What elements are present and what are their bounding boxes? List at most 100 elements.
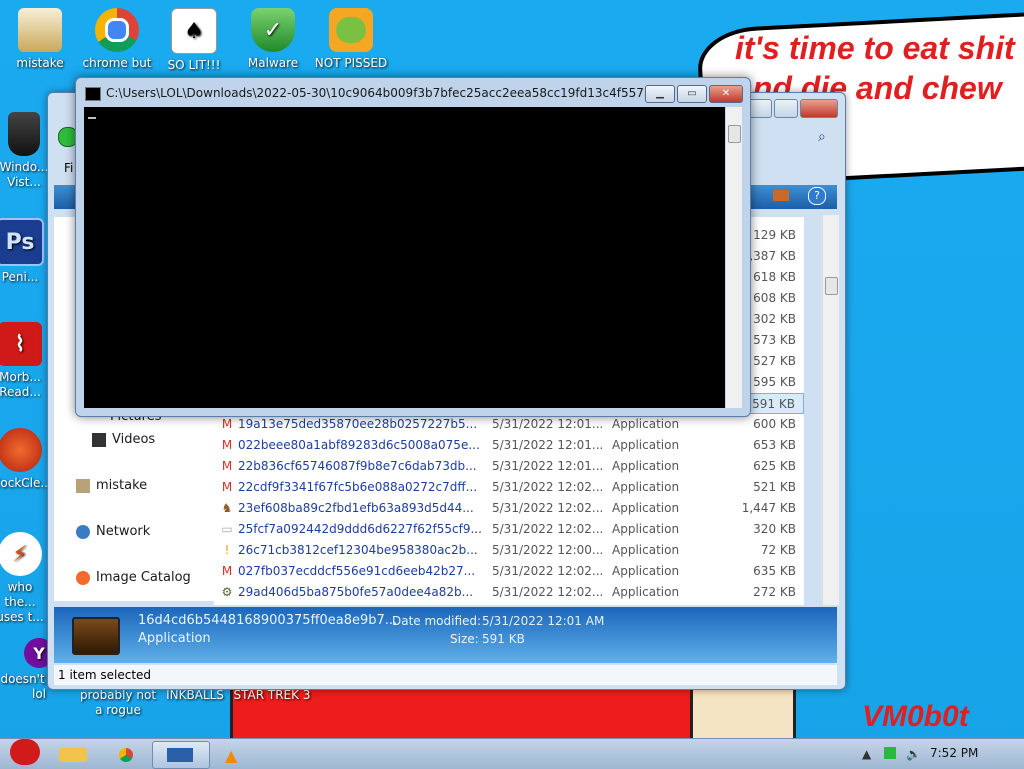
desktop-icon-windows-vista[interactable]: Windo... Vist... xyxy=(0,112,54,190)
file-date: 5/31/2022 12:02... xyxy=(492,564,604,578)
file-row[interactable]: M 19a13e75ded35870ee28b0257227b5... 5/31/2… xyxy=(214,414,804,435)
installer-icon xyxy=(18,8,62,52)
gmail-icon: M xyxy=(221,438,233,452)
file-name: 26c71cb3812cef12304be958380ac2b... xyxy=(238,543,478,557)
console-scroll-thumb[interactable] xyxy=(728,125,741,143)
desktop-icon-flash[interactable]: ⚡ who the... uses t... xyxy=(0,532,48,625)
file-type: Application xyxy=(612,585,680,599)
gmail-icon: M xyxy=(221,564,233,578)
tray-battery-icon[interactable] xyxy=(884,747,896,759)
explorer-close-button[interactable] xyxy=(800,99,838,118)
menu-file[interactable]: Fi xyxy=(64,161,73,175)
desktop-icon-inkballs[interactable]: INKBALLS xyxy=(155,688,235,703)
console-close-button[interactable]: ✕ xyxy=(709,85,743,103)
file-size: 129 KB xyxy=(753,228,796,242)
warning-icon: ! xyxy=(224,543,230,557)
file-row[interactable]: M 027fb037ecddcf556e91cd6eeb42b27... 5/31/… xyxy=(214,561,804,582)
desktop-icon-chrome-but[interactable]: chrome but xyxy=(77,8,157,71)
explorer-minimize-button[interactable] xyxy=(748,99,772,118)
file-size: 618 KB xyxy=(753,270,796,284)
details-size-label: Size: xyxy=(450,632,479,646)
taskbar-explorer-pinned[interactable] xyxy=(48,741,100,769)
file-row[interactable]: ♞ 23ef608ba89c2fbd1efb63a893d5d44... 5/31/… xyxy=(214,498,804,519)
help-icon[interactable]: ? xyxy=(808,187,826,205)
file-row[interactable]: M 022beee80a1abf89283d6c5008a075e... 5/31/… xyxy=(214,435,804,456)
window-icon xyxy=(167,748,193,762)
desktop-icon-star-trek-3[interactable]: STAR TREK 3 xyxy=(232,688,312,703)
folder-icon xyxy=(59,748,87,762)
file-list-scroll-thumb[interactable] xyxy=(825,277,838,295)
console-app-icon xyxy=(85,87,101,101)
file-type: Application xyxy=(612,564,680,578)
homegroup-icon xyxy=(76,479,90,493)
file-name: 22cdf9f3341f67fc5b6e088a0272c7dff... xyxy=(238,480,478,494)
file-date: 5/31/2022 12:01... xyxy=(492,417,604,431)
gmail-icon: M xyxy=(221,480,233,494)
blank-app-icon: ▭ xyxy=(221,522,233,536)
tray-expand-icon[interactable]: ▲ xyxy=(862,747,871,761)
file-date: 5/31/2022 12:02... xyxy=(492,522,604,536)
desktop-icon-malware[interactable]: ✓ Malware xyxy=(233,8,313,71)
file-size: 302 KB xyxy=(753,312,796,326)
wallpaper-signature: VM0b0t xyxy=(862,700,969,733)
file-size: 600 KB xyxy=(753,417,796,431)
file-list-scrollbar[interactable] xyxy=(822,215,839,605)
pdf-icon: ⌇ xyxy=(0,322,42,366)
taskbar: ▲ ▲ 🔈 7:52 PM xyxy=(0,738,1024,769)
nav-item-mistake[interactable]: mistake xyxy=(76,478,147,493)
file-type: Application xyxy=(612,438,680,452)
nav-item-image-catalog[interactable]: Image Catalog xyxy=(76,570,191,585)
chess-icon: ♞ xyxy=(221,501,233,515)
file-row[interactable]: M 22b836cf65746087f9b8e7c6dab73db... 5/31/… xyxy=(214,456,804,477)
search-icon[interactable]: ⌕ xyxy=(818,129,826,145)
desktop-icon-mistake[interactable]: mistake xyxy=(0,8,80,71)
desktop-icon-ccleaner[interactable]: CockCle... xyxy=(0,428,48,491)
console-maximize-button[interactable]: ▭ xyxy=(677,85,707,103)
file-row[interactable]: ⚙ 29ad406d5ba875b0fe57a0dee4a82b... 5/31/2… xyxy=(214,582,804,603)
file-date: 5/31/2022 12:01... xyxy=(492,438,604,452)
chrome-icon xyxy=(119,748,133,762)
desktop-icon-photoshop[interactable]: Ps Peni... xyxy=(0,218,48,285)
photoshop-icon: Ps xyxy=(0,218,44,266)
angry-bird-start-icon xyxy=(10,739,40,765)
file-size: 608 KB xyxy=(753,291,796,305)
console-scrollbar[interactable] xyxy=(726,107,742,408)
file-size: 635 KB xyxy=(753,564,796,578)
file-type: Application xyxy=(612,459,680,473)
file-row[interactable]: M 22cdf9f3341f67fc5b6e088a0272c7dff... 5/3… xyxy=(214,477,804,498)
taskbar-chrome-pinned[interactable] xyxy=(102,741,150,769)
shield-icon: ✓ xyxy=(251,8,295,52)
file-row[interactable]: ▭ 25fcf7a092442d9ddd6d6227f62f55cf9... 5/3… xyxy=(214,519,804,540)
taskbar-clock[interactable]: 7:52 PM xyxy=(930,746,978,760)
console-cursor xyxy=(88,117,96,119)
mail-icon[interactable] xyxy=(773,190,789,201)
taskbar-console-button[interactable] xyxy=(152,741,210,769)
file-size: 653 KB xyxy=(753,438,796,452)
console-window[interactable]: C:\Users\LOL\Downloads\2022-05-30\10c906… xyxy=(75,77,751,417)
console-minimize-button[interactable]: ▁ xyxy=(645,85,675,103)
desktop-icon-pdf-reader[interactable]: ⌇ Morb... Read... xyxy=(0,322,48,400)
desktop-icon-not-pissed[interactable]: NOT PISSED xyxy=(311,8,391,71)
details-pane: 16d4cd6b5448168900375ff0ea8e9b7... Appli… xyxy=(54,607,837,663)
file-name: 23ef608ba89c2fbd1efb63a893d5d44... xyxy=(238,501,474,515)
file-row[interactable]: ! 26c71cb3812cef12304be958380ac2b... 5/31/… xyxy=(214,540,804,561)
file-size: 595 KB xyxy=(753,375,796,389)
traffic-cone-icon: ▲ xyxy=(225,746,238,765)
explorer-maximize-button[interactable] xyxy=(774,99,798,118)
file-name: 027fb037ecddcf556e91cd6eeb42b27... xyxy=(238,564,476,578)
file-size: 320 KB xyxy=(753,522,796,536)
taskbar-vlc-pinned[interactable]: ▲ xyxy=(212,741,254,769)
ccleaner-icon xyxy=(0,428,42,472)
file-type: Application xyxy=(612,501,680,515)
tray-volume-icon[interactable]: 🔈 xyxy=(906,747,921,761)
file-name: 022beee80a1abf89283d6c5008a075e... xyxy=(238,438,480,452)
angry-pig-icon xyxy=(329,8,373,52)
file-size: 72 KB xyxy=(760,543,796,557)
start-button[interactable] xyxy=(4,737,44,769)
console-output[interactable] xyxy=(84,107,725,408)
desktop-icon-so-lit[interactable]: ♠ SO LIT!!! xyxy=(154,8,234,73)
nav-item-network[interactable]: Network xyxy=(76,524,150,539)
desktop-icon-probably-not-a-rogue[interactable]: probably not a rogue xyxy=(78,688,158,718)
file-name: 29ad406d5ba875b0fe57a0dee4a82b... xyxy=(238,585,474,599)
nav-item-videos[interactable]: Videos xyxy=(92,432,155,447)
